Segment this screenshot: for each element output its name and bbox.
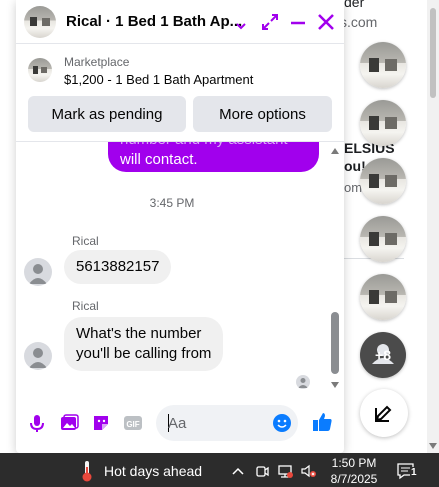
page-scrollbar-thumb[interactable] [430,8,436,98]
message-input[interactable]: Aa [156,405,298,441]
close-icon[interactable] [316,12,336,32]
photo-icon[interactable] [58,412,80,434]
chat-head-1[interactable] [360,42,406,88]
listing-photo [28,58,52,82]
chat-head-photo [360,216,406,262]
sent-message-partial-line: number and my assistant [120,142,307,150]
page-scrollbar[interactable] [427,0,439,453]
clock-time: 1:50 PM [331,456,377,470]
weather-text: Hot days ahead [104,463,203,479]
bg-text-com: s.com [340,14,378,30]
timestamp: 3:45 PM [149,196,195,210]
screen: der s.com ELSIUS ou! om +8 Rical · 1 Bed… [0,0,439,487]
chat-scroll-thumb[interactable] [331,312,339,374]
listing-name: $1,200 - 1 Bed 1 Bath Apartment [64,72,254,87]
sender-name: Rical [72,234,99,248]
thermometer-icon [82,461,92,482]
chat-title[interactable]: Rical · 1 Bed 1 Bath Ap... [66,13,242,30]
chat-avatar-photo [24,5,56,38]
read-receipt-avatar [296,375,310,389]
system-clock[interactable]: 1:50 PM 8/7/2025 [324,455,384,487]
listing-thumbnail [28,58,52,82]
received-message-text: 5613882157 [76,258,160,275]
bg-text-top: der [344,0,365,10]
compose-icon [375,405,392,422]
expand-icon[interactable] [260,12,280,32]
message-list[interactable]: number and my assistant will contact. 3:… [16,142,328,398]
minimize-icon[interactable] [288,12,308,32]
sender-avatar[interactable] [24,342,52,370]
page-scrollbar-down-arrow[interactable] [429,443,437,449]
received-message-bubble: What's the number you'll be calling from [64,317,224,371]
like-thumbs-up-icon[interactable] [310,410,334,434]
sent-message-bubble: number and my assistant will contact. [108,142,319,172]
notification-count: 1 [410,467,418,478]
message-input-placeholder: Aa [168,415,187,432]
weather-widget[interactable]: Hot days ahead [80,459,202,483]
marketplace-listing[interactable]: Marketplace $1,200 - 1 Bed 1 Bath Apartm… [16,48,344,92]
more-chats-button[interactable]: +8 [360,332,406,378]
received-message-line: What's the number [76,325,202,342]
chat-head-photo [360,274,406,320]
chat-head-4[interactable] [360,216,406,262]
chat-head-5[interactable] [360,274,406,320]
network-icon[interactable] [277,463,293,479]
more-options-button[interactable]: More options [193,96,332,132]
chat-scrollbar[interactable] [329,142,341,388]
emoji-icon[interactable] [272,413,292,433]
received-message-line: you'll be calling from [76,345,212,362]
meet-now-icon[interactable] [254,463,270,479]
clock-date: 8/7/2025 [330,472,378,486]
chat-head-2[interactable] [360,100,406,146]
received-message-bubble: 5613882157 [64,250,172,284]
chat-head-3[interactable] [360,158,406,204]
new-message-button[interactable] [360,389,408,437]
default-avatar-icon [29,264,47,284]
gif-icon[interactable]: GIF [122,412,144,434]
sender-avatar[interactable] [24,258,52,286]
more-chats-count: +8 [375,347,391,363]
windows-taskbar: Hot days ahead 1:50 PM 8/7/2025 1 [0,453,439,487]
chat-head-photo [360,42,406,88]
read-receipt-icon [298,378,308,388]
chat-scroll-up-arrow[interactable] [331,148,339,154]
chat-head-photo [360,100,406,146]
chat-avatar[interactable] [24,5,56,38]
sent-message-line: will contact. [120,151,198,168]
listing-category: Marketplace [64,55,130,69]
notification-center-button[interactable]: 1 [396,462,418,480]
mark-as-pending-button[interactable]: Mark as pending [28,96,186,132]
chat-head-photo [360,158,406,204]
composer: GIF Aa [16,400,344,446]
default-avatar-icon [29,348,47,368]
chevron-up-icon[interactable] [230,463,246,479]
chat-window: Rical · 1 Bed 1 Bath Ap... Marketplace $… [16,0,344,453]
sender-name: Rical [72,299,99,313]
volume-muted-icon[interactable] [300,463,316,479]
chat-header: Rical · 1 Bed 1 Bath Ap... [16,0,344,44]
microphone-icon[interactable] [26,412,48,434]
chevron-down-icon[interactable] [234,16,248,36]
chat-scroll-down-arrow[interactable] [331,382,339,388]
sticker-icon[interactable] [90,412,112,434]
svg-text:GIF: GIF [126,420,139,429]
